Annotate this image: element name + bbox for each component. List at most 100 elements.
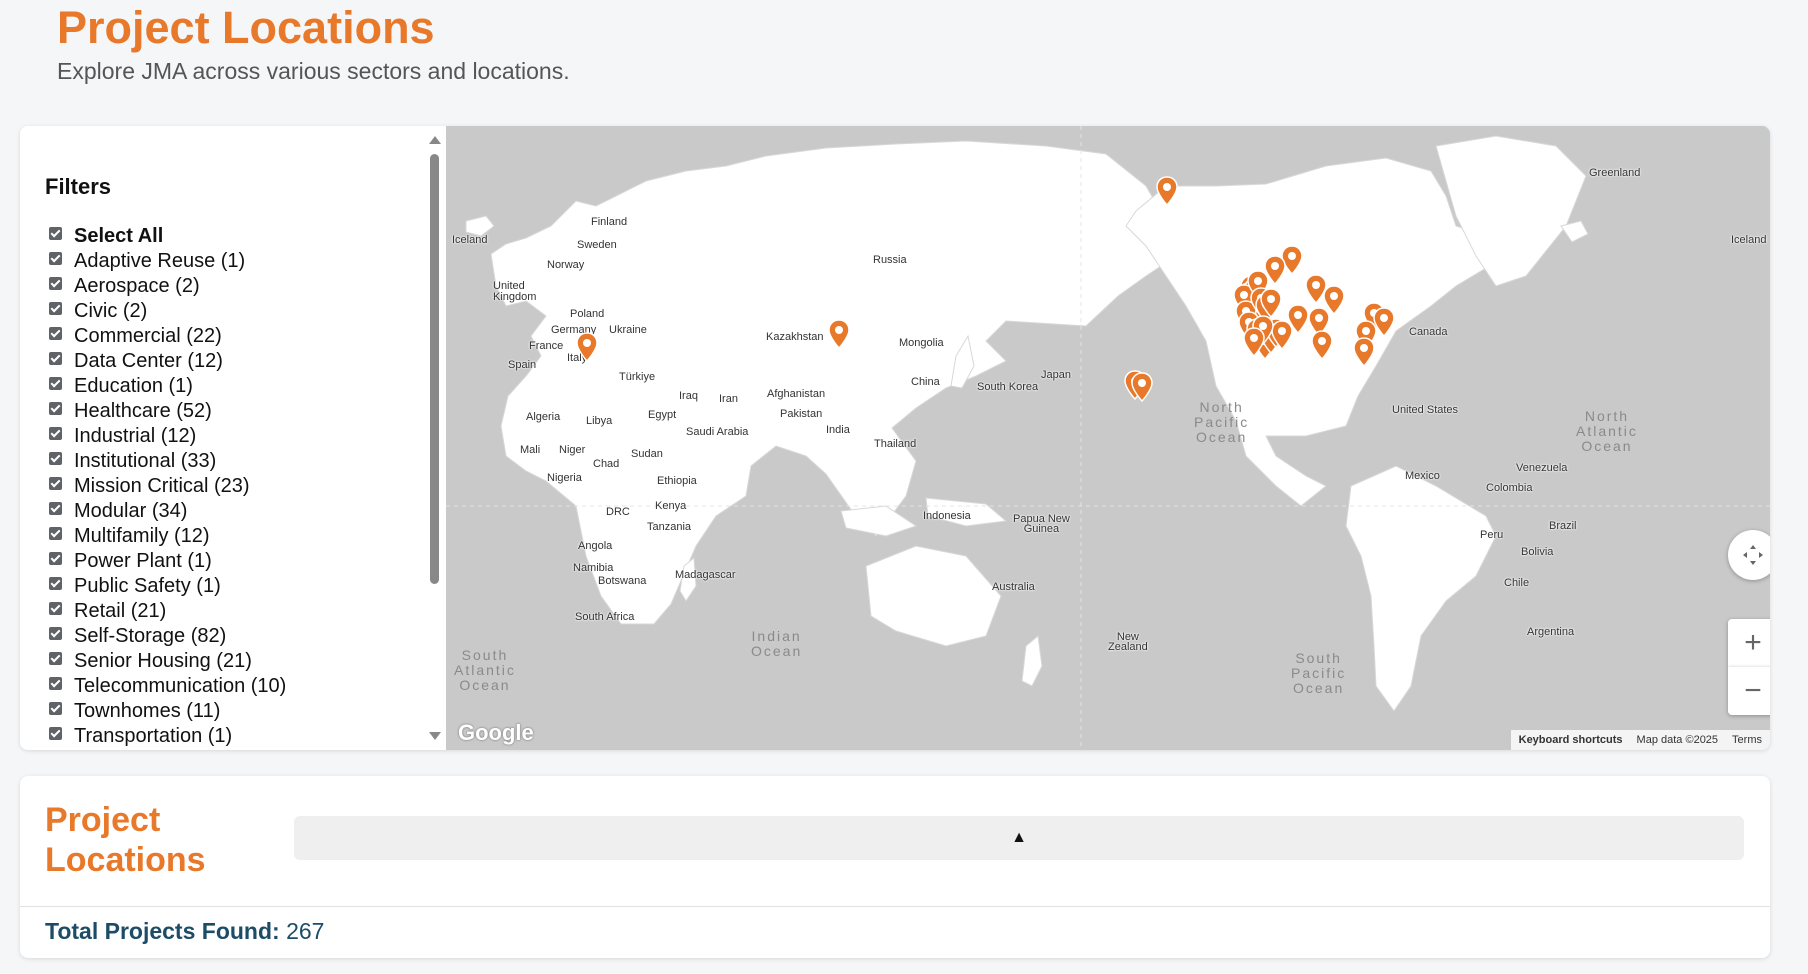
map-label: Chad (593, 458, 620, 470)
filter-data-center[interactable]: Data Center (12) (49, 349, 286, 374)
keyboard-shortcuts-link[interactable]: Keyboard shortcuts (1519, 734, 1623, 746)
map-area[interactable]: Iceland Finland Sweden Norway United Kin… (446, 126, 1770, 750)
filter-retail[interactable]: Retail (21) (49, 599, 286, 624)
checkbox-icon[interactable] (49, 477, 62, 490)
filter-transportation[interactable]: Transportation (1) (49, 724, 286, 749)
zoom-out-button[interactable]: − (1728, 667, 1770, 715)
filter-multifamily[interactable]: Multifamily (12) (49, 524, 286, 549)
filter-civic[interactable]: Civic (2) (49, 299, 286, 324)
checkbox-icon[interactable] (49, 277, 62, 290)
filter-label: Self-Storage (82) (74, 625, 227, 647)
plus-icon: + (1744, 626, 1762, 659)
filter-power-plant[interactable]: Power Plant (1) (49, 549, 286, 574)
terms-link[interactable]: Terms (1732, 734, 1762, 746)
filter-mission-critical[interactable]: Mission Critical (23) (49, 474, 286, 499)
filter-list: Select All Adaptive Reuse (1) Aerospace … (49, 224, 286, 749)
project-list-title: Project Locations (45, 801, 206, 879)
filter-select-all[interactable]: Select All (49, 224, 286, 249)
checkbox-icon[interactable] (49, 527, 62, 540)
map-label: Afghanistan (767, 388, 826, 400)
map-label: Indonesia (923, 510, 971, 522)
map-label: Argentina (1527, 626, 1575, 638)
filter-label: Institutional (33) (74, 450, 217, 472)
checkbox-icon[interactable] (49, 377, 62, 390)
filter-industrial[interactable]: Industrial (12) (49, 424, 286, 449)
filter-label: Senior Housing (21) (74, 650, 252, 672)
total-label: Total Projects Found: (45, 918, 280, 944)
project-list-toggle[interactable]: ▲ (294, 816, 1744, 860)
filter-label: Education (1) (74, 375, 193, 397)
filter-commercial[interactable]: Commercial (22) (49, 324, 286, 349)
map-label: Kenya (655, 500, 687, 512)
filter-label: Mission Critical (23) (74, 475, 250, 497)
checkbox-icon[interactable] (49, 552, 62, 565)
zoom-in-button[interactable]: + (1728, 619, 1770, 667)
checkbox-icon[interactable] (49, 327, 62, 340)
map-label: Iceland (452, 234, 488, 246)
checkbox-icon[interactable] (49, 602, 62, 615)
page-subtitle: Explore JMA across various sectors and l… (57, 58, 570, 84)
camera-control-button[interactable] (1728, 530, 1770, 580)
filter-label: Industrial (12) (74, 425, 197, 447)
filter-label: Transportation (1) (74, 725, 233, 747)
filter-senior-housing[interactable]: Senior Housing (21) (49, 649, 286, 674)
ocean-label: North Pacific Ocean (1194, 399, 1250, 445)
filter-townhomes[interactable]: Townhomes (11) (49, 699, 286, 724)
map-marker-icon[interactable] (828, 319, 850, 349)
checkbox-icon[interactable] (49, 427, 62, 440)
map-label: Mali (520, 444, 541, 456)
checkbox-icon[interactable] (49, 627, 62, 640)
map-label: Mongolia (899, 337, 944, 349)
map-label: China (911, 376, 940, 388)
filter-public-safety[interactable]: Public Safety (1) (49, 574, 286, 599)
map-marker-icon[interactable] (1156, 176, 1178, 206)
checkbox-icon[interactable] (49, 352, 62, 365)
filter-education[interactable]: Education (1) (49, 374, 286, 399)
filter-self-storage[interactable]: Self-Storage (82) (49, 624, 286, 649)
map-marker-icon[interactable] (1271, 320, 1293, 350)
checkbox-icon[interactable] (49, 702, 62, 715)
map-label: Peru (1480, 529, 1504, 541)
map-marker-icon[interactable] (1131, 372, 1153, 402)
filter-label: Telecommunication (10) (74, 675, 287, 697)
map-label: Norway (547, 259, 585, 271)
map-marker-icon[interactable] (576, 332, 598, 362)
checkbox-icon[interactable] (49, 302, 62, 315)
filter-institutional[interactable]: Institutional (33) (49, 449, 286, 474)
checkbox-icon[interactable] (49, 252, 62, 265)
project-list-card: Project Locations ▲ Total Projects Found… (20, 776, 1770, 958)
map-marker-icon[interactable] (1353, 337, 1375, 367)
filter-label: Retail (21) (74, 600, 167, 622)
checkbox-icon[interactable] (49, 502, 62, 515)
map-label: Bolivia (1521, 546, 1554, 558)
map-marker-icon[interactable] (1260, 288, 1282, 318)
map-marker-icon[interactable] (1311, 330, 1333, 360)
scroll-down-arrow-icon[interactable] (429, 732, 441, 740)
google-logo[interactable]: Google (458, 720, 534, 746)
checkbox-icon[interactable] (49, 452, 62, 465)
filter-label: Civic (2) (74, 300, 148, 322)
filter-label: Data Center (12) (74, 350, 223, 372)
checkbox-icon[interactable] (49, 727, 62, 740)
map-label: Iran (719, 393, 738, 405)
filter-adaptive-reuse[interactable]: Adaptive Reuse (1) (49, 249, 286, 274)
map-marker-icon[interactable] (1243, 327, 1265, 357)
filters-scrollbar[interactable] (425, 126, 443, 750)
filter-telecommunication[interactable]: Telecommunication (10) (49, 674, 286, 699)
filter-label: Multifamily (12) (74, 525, 210, 547)
map-label: Libya (586, 415, 613, 427)
filter-healthcare[interactable]: Healthcare (52) (49, 399, 286, 424)
scroll-up-arrow-icon[interactable] (429, 136, 441, 144)
filter-aerospace[interactable]: Aerospace (2) (49, 274, 286, 299)
checkbox-icon[interactable] (49, 677, 62, 690)
checkbox-icon[interactable] (49, 577, 62, 590)
map-label: Canada (1409, 326, 1448, 338)
scroll-thumb[interactable] (430, 154, 439, 584)
filter-modular[interactable]: Modular (34) (49, 499, 286, 524)
checkbox-icon[interactable] (49, 227, 62, 240)
total-projects: Total Projects Found: 267 (45, 918, 324, 945)
checkbox-icon[interactable] (49, 652, 62, 665)
checkbox-icon[interactable] (49, 402, 62, 415)
map-label: Pakistan (780, 408, 823, 420)
filter-label: Commercial (22) (74, 325, 222, 347)
